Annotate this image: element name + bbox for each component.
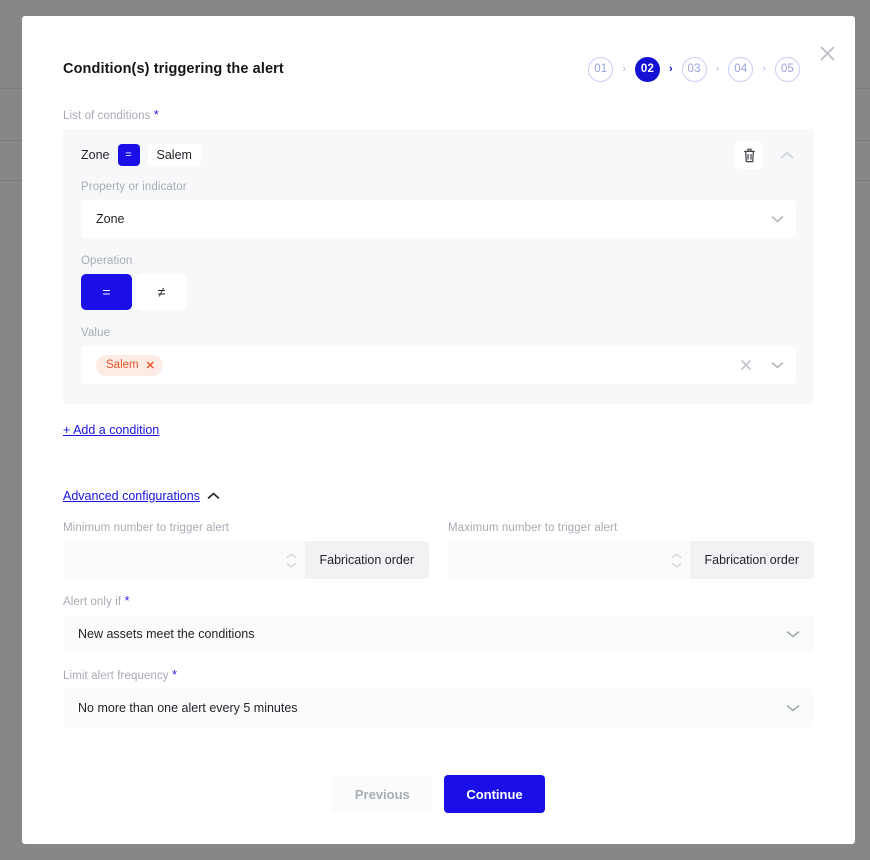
alert-only-if-value: New assets meet the conditions (78, 627, 255, 641)
conditions-list-label: List of conditions * (63, 107, 814, 122)
min-trigger-field: Fabrication order (63, 541, 429, 579)
max-trigger-suffix: Fabrication order (689, 541, 814, 579)
value-tags: Salem ✕ (96, 354, 734, 376)
chevron-down-icon (286, 562, 296, 568)
alert-only-if-select[interactable]: New assets meet the conditions (63, 615, 814, 653)
modal-body: Condition(s) triggering the alert 01 › 0… (22, 16, 855, 844)
condition-summary-operator: = (117, 144, 140, 166)
min-trigger-input[interactable] (63, 541, 286, 579)
condition-summary-property: Zone (81, 148, 110, 162)
condition-card: Zone = Salem Property or indicator Zone … (63, 129, 814, 404)
limit-frequency-label: Limit alert frequency * (63, 667, 814, 682)
condition-actions (735, 141, 797, 169)
max-trigger-field: Fabrication order (448, 541, 814, 579)
page-root: Condition(s) triggering the alert 01 › 0… (0, 0, 870, 860)
advanced-configurations-label: Advanced configurations (63, 489, 200, 503)
add-condition-link[interactable]: + Add a condition (63, 423, 159, 437)
label-text: Alert only if (63, 596, 122, 608)
required-marker: * (124, 593, 130, 608)
max-trigger-input-wrap (448, 541, 690, 579)
max-trigger-label: Maximum number to trigger alert (448, 522, 618, 534)
property-field-group: Property or indicator Zone (81, 181, 796, 238)
chevron-down-icon (786, 704, 800, 712)
chevron-down-icon (671, 562, 681, 568)
modal-footer: Previous Continue (22, 775, 855, 813)
chevron-up-icon (286, 552, 296, 558)
close-icon[interactable]: ✕ (146, 359, 155, 372)
min-trigger-input-wrap (63, 541, 305, 579)
clear-value-icon[interactable] (740, 359, 752, 371)
min-trigger-suffix: Fabrication order (304, 541, 429, 579)
label-text: Limit alert frequency (63, 670, 169, 682)
wizard-stepper: 01 › 02 › 03 › 04 › 05 (588, 56, 800, 82)
step-03[interactable]: 03 (681, 56, 707, 82)
step-01[interactable]: 01 (588, 56, 614, 82)
chevron-up-icon (671, 552, 681, 558)
operation-field-label: Operation (81, 255, 133, 267)
alert-only-if-label: Alert only if * (63, 593, 814, 608)
step-separator: › (668, 62, 673, 75)
step-separator: › (762, 62, 766, 75)
condition-fields: Property or indicator Zone Operation = ≠… (63, 181, 814, 384)
step-05[interactable]: 05 (775, 56, 800, 82)
condition-summary[interactable]: Zone = Salem (63, 129, 814, 181)
chevron-up-icon (207, 492, 220, 500)
modal-header: Condition(s) triggering the alert 01 › 0… (63, 54, 814, 84)
alert-conditions-modal: Condition(s) triggering the alert 01 › 0… (22, 16, 855, 844)
limit-frequency-group: Limit alert frequency * No more than one… (63, 667, 814, 727)
value-multiselect[interactable]: Salem ✕ (81, 346, 796, 384)
property-select-value: Zone (96, 212, 125, 226)
limit-frequency-value: No more than one alert every 5 minutes (78, 701, 298, 715)
property-select[interactable]: Zone (81, 200, 796, 238)
value-tag: Salem ✕ (96, 354, 163, 376)
step-separator: › (715, 62, 720, 75)
required-marker: * (153, 107, 159, 122)
operation-equals-button[interactable]: = (81, 274, 132, 310)
min-trigger-stepper[interactable] (286, 552, 297, 568)
advanced-configurations-toggle[interactable]: Advanced configurations (63, 489, 814, 503)
chevron-down-icon (786, 630, 800, 638)
max-trigger-stepper[interactable] (671, 552, 682, 568)
max-trigger-group: Maximum number to trigger alert Fabricat… (448, 522, 814, 579)
chevron-down-icon (771, 215, 784, 223)
label-text: List of conditions (63, 110, 151, 122)
min-trigger-group: Minimum number to trigger alert Fabricat… (63, 522, 429, 579)
value-tag-label: Salem (106, 359, 139, 371)
value-field-label: Value (81, 327, 111, 339)
step-04[interactable]: 04 (728, 56, 754, 82)
page-title: Condition(s) triggering the alert (63, 61, 284, 77)
operation-field-group: Operation = ≠ (81, 255, 796, 310)
continue-button[interactable]: Continue (444, 775, 545, 813)
step-separator: › (622, 62, 626, 75)
chevron-up-icon[interactable] (777, 145, 797, 165)
previous-button[interactable]: Previous (332, 775, 433, 813)
alert-only-if-group: Alert only if * New assets meet the cond… (63, 593, 814, 653)
limit-frequency-select[interactable]: No more than one alert every 5 minutes (63, 689, 814, 727)
max-trigger-input[interactable] (448, 541, 671, 579)
required-marker: * (171, 667, 178, 682)
value-field-group: Value Salem ✕ (81, 327, 796, 384)
condition-summary-value: Salem (147, 144, 201, 166)
operation-toggle: = ≠ (81, 274, 796, 310)
step-02[interactable]: 02 (634, 56, 660, 82)
trigger-bounds-row: Minimum number to trigger alert Fabricat… (63, 522, 814, 579)
chevron-down-icon[interactable] (771, 361, 784, 369)
min-trigger-label: Minimum number to trigger alert (63, 522, 230, 534)
property-field-label: Property or indicator (81, 181, 187, 193)
operation-not-equals-button[interactable]: ≠ (136, 274, 187, 310)
trash-icon[interactable] (735, 141, 763, 169)
